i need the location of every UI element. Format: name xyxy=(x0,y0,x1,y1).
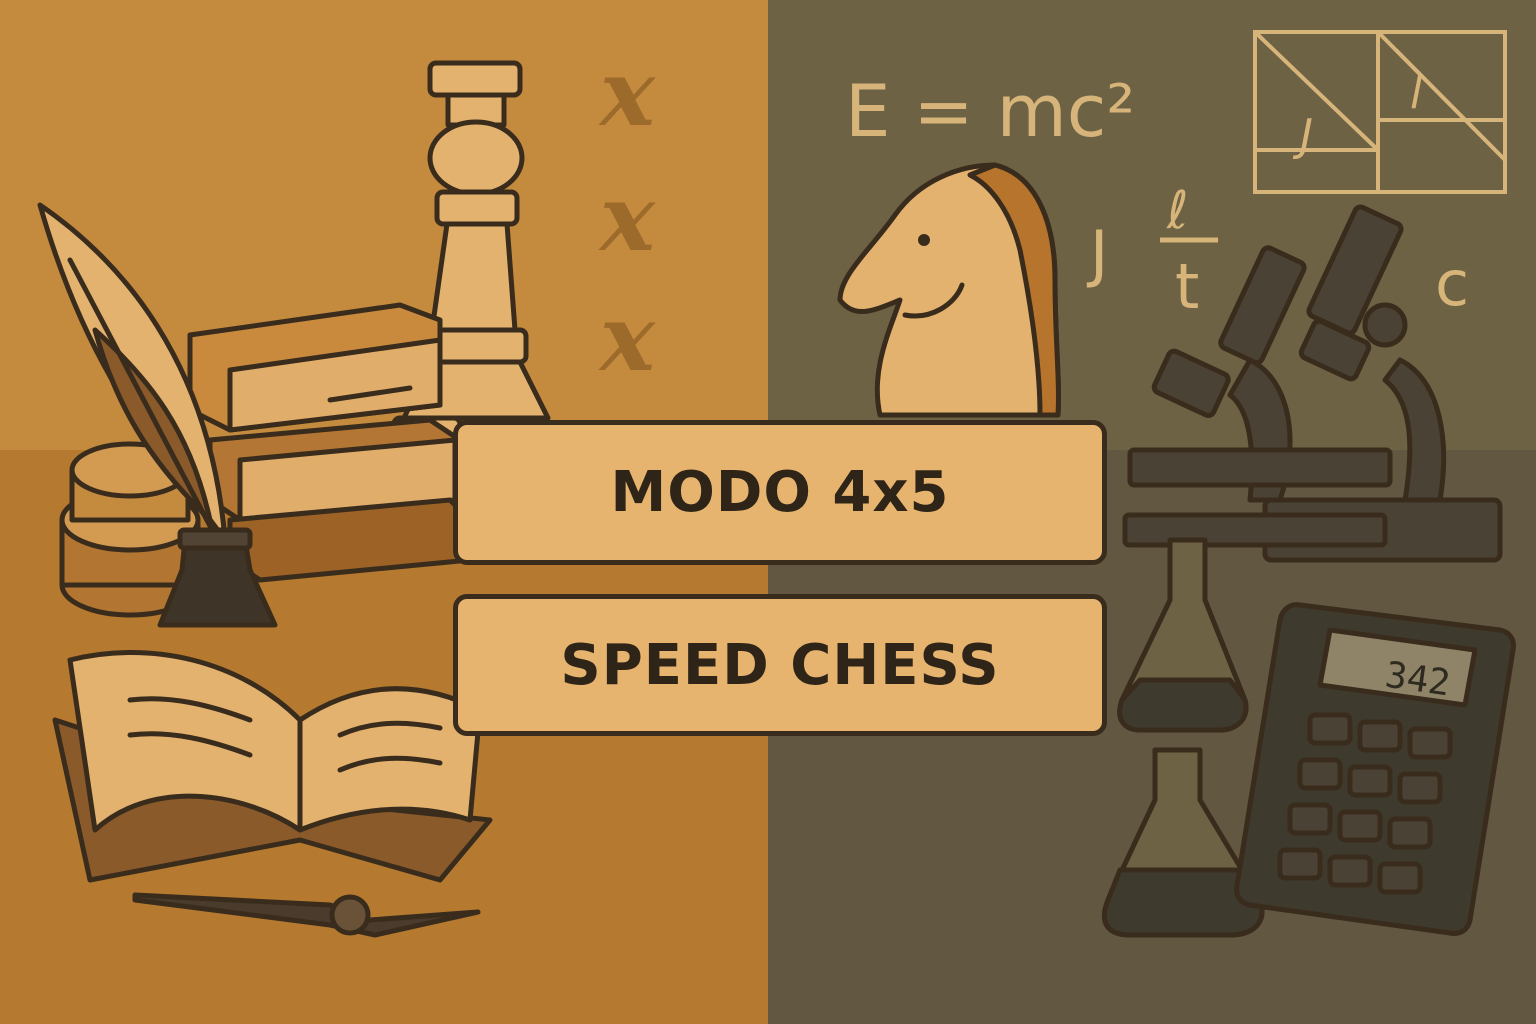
x-letter: x xyxy=(598,284,656,392)
speed-chess-button[interactable]: SPEED CHESS xyxy=(453,594,1107,736)
mode-4x5-button[interactable]: MODO 4x5 xyxy=(453,420,1107,565)
x-letter: x xyxy=(598,164,656,272)
symbol-ell: ℓ xyxy=(1166,181,1188,241)
symbol-c: c xyxy=(1435,247,1469,320)
symbol-J: J xyxy=(1086,217,1108,290)
diagram-letter-l: l xyxy=(1410,68,1423,119)
x-letters-decor: x x x xyxy=(598,39,656,392)
calculator-icon: 342 xyxy=(1234,602,1516,936)
symbol-t: t xyxy=(1175,250,1199,323)
x-letter: x xyxy=(598,39,656,147)
equation-text: E = mc² xyxy=(845,69,1135,153)
